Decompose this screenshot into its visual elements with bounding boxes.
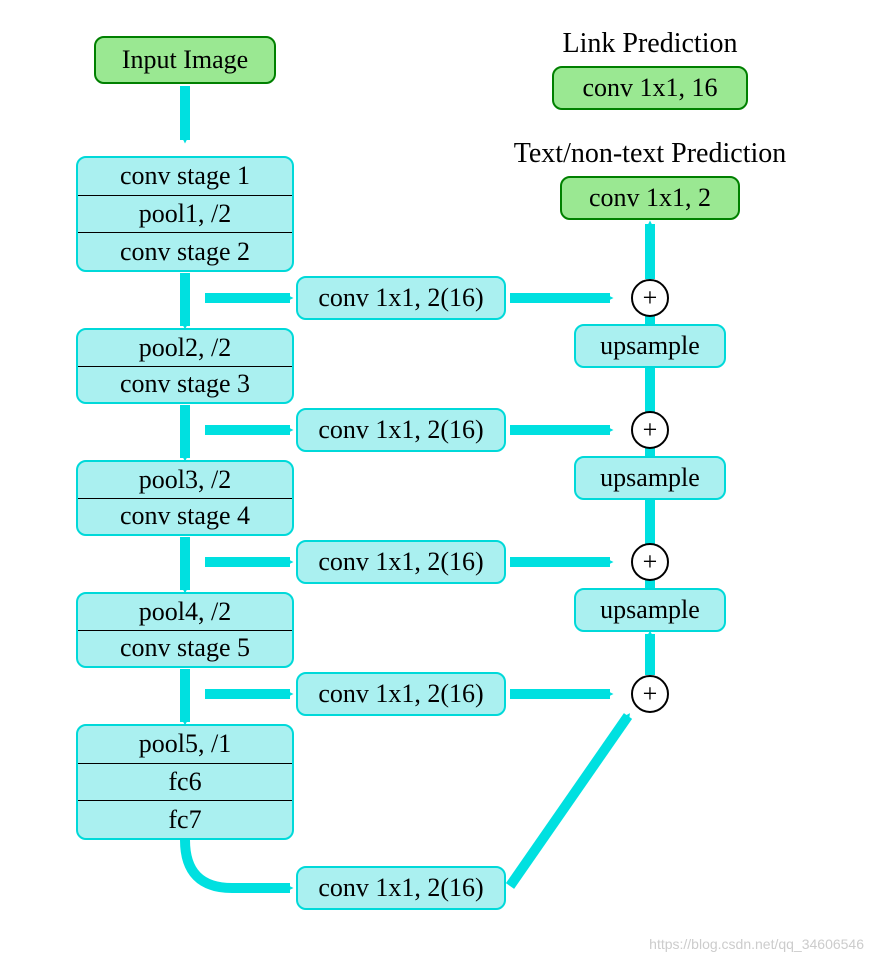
lateral-2-text: conv 1x1, 2(16) [318, 415, 483, 445]
add-node-2: + [631, 411, 669, 449]
lateral-conv-1: conv 1x1, 2(16) [296, 276, 506, 320]
lateral-1-text: conv 1x1, 2(16) [318, 283, 483, 313]
text-box-text: conv 1x1, 2 [589, 183, 711, 213]
stage4-row1: conv stage 5 [78, 630, 292, 667]
add-node-3: + [631, 543, 669, 581]
watermark: https://blog.csdn.net/qq_34606546 [649, 936, 864, 952]
lateral-conv-2: conv 1x1, 2(16) [296, 408, 506, 452]
upsample-3: upsample [574, 588, 726, 632]
upsample-3-text: upsample [600, 595, 700, 625]
stage1-row1: pool1, /2 [78, 195, 292, 233]
stage-3-block: pool3, /2 conv stage 4 [76, 460, 294, 536]
stage5-row2: fc7 [78, 800, 292, 838]
stage-2-block: pool2, /2 conv stage 3 [76, 328, 294, 404]
text-prediction-label: Text/non-text Prediction [490, 138, 810, 170]
stage2-row1: conv stage 3 [78, 366, 292, 403]
input-label: Input Image [122, 45, 248, 75]
stage3-row0: pool3, /2 [78, 462, 292, 498]
lateral-conv-4: conv 1x1, 2(16) [296, 672, 506, 716]
link-prediction-label: Link Prediction [500, 28, 800, 60]
lateral-5-text: conv 1x1, 2(16) [318, 873, 483, 903]
stage2-row0: pool2, /2 [78, 330, 292, 366]
stage1-row0: conv stage 1 [78, 158, 292, 195]
stage-5-block: pool5, /1 fc6 fc7 [76, 724, 294, 840]
link-box-text: conv 1x1, 16 [582, 73, 717, 103]
upsample-1: upsample [574, 324, 726, 368]
stage4-row0: pool4, /2 [78, 594, 292, 630]
stage3-row1: conv stage 4 [78, 498, 292, 535]
upsample-2-text: upsample [600, 463, 700, 493]
add-node-4: + [631, 675, 669, 713]
lateral-3-text: conv 1x1, 2(16) [318, 547, 483, 577]
stage5-row0: pool5, /1 [78, 726, 292, 763]
upsample-1-text: upsample [600, 331, 700, 361]
stage5-row1: fc6 [78, 763, 292, 801]
input-image-box: Input Image [94, 36, 276, 84]
add-node-1: + [631, 279, 669, 317]
upsample-2: upsample [574, 456, 726, 500]
link-prediction-box: conv 1x1, 16 [552, 66, 748, 110]
text-prediction-box: conv 1x1, 2 [560, 176, 740, 220]
stage1-row2: conv stage 2 [78, 232, 292, 270]
lateral-conv-5: conv 1x1, 2(16) [296, 866, 506, 910]
lateral-4-text: conv 1x1, 2(16) [318, 679, 483, 709]
lateral-conv-3: conv 1x1, 2(16) [296, 540, 506, 584]
stage-4-block: pool4, /2 conv stage 5 [76, 592, 294, 668]
stage-1-block: conv stage 1 pool1, /2 conv stage 2 [76, 156, 294, 272]
